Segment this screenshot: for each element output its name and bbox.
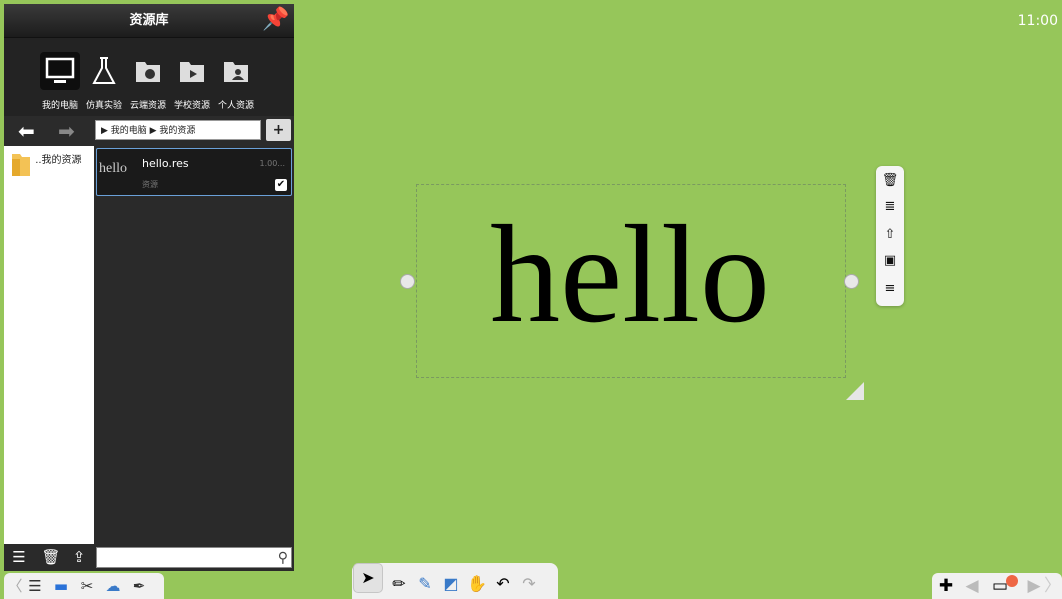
search-input[interactable]: ⚲ — [96, 547, 292, 568]
checklist-icon[interactable]: ☰ — [8, 546, 30, 568]
category-bar: 我的电脑 仿真实验 云端资源 学校资源 个人资源 — [4, 38, 294, 116]
handwriting-icon[interactable]: ✒ — [128, 575, 150, 597]
more-menu-icon[interactable]: ≡ — [879, 278, 901, 300]
drawing-toolbar: ➤ ✏ ✎ ◩ ✋ ↶ ↷ — [352, 563, 558, 599]
clock: 11:00 — [1017, 13, 1058, 29]
monitor-icon — [40, 52, 80, 90]
folder-tree: ..我的资源 — [4, 146, 94, 544]
personal-folder-icon — [216, 52, 256, 90]
chevron-right-icon[interactable]: 〉 — [1044, 575, 1061, 597]
select-pointer-icon[interactable]: ➤ — [353, 563, 383, 593]
resource-thumbnail: hello — [99, 161, 127, 176]
category-school[interactable]: 学校资源 — [170, 48, 214, 114]
page-count-badge — [1006, 575, 1018, 587]
category-personal[interactable]: 个人资源 — [214, 48, 258, 114]
trash-icon[interactable]: 🗑 — [40, 546, 62, 568]
back-arrow-icon[interactable]: ⬅ — [18, 120, 35, 142]
insert-icon[interactable]: ▣ — [879, 250, 901, 272]
display-icon[interactable]: ▬ — [50, 575, 72, 597]
export-icon[interactable]: ⇧ — [879, 224, 901, 246]
forward-arrow-icon[interactable]: ➡ — [58, 120, 75, 142]
resource-item[interactable]: hello hello.res 资源 1.00... ✔ — [96, 148, 292, 196]
left-handle[interactable] — [400, 274, 415, 289]
right-handle[interactable] — [844, 274, 859, 289]
panel-title: 资源库 — [4, 4, 294, 38]
new-folder-button[interactable]: + — [266, 119, 291, 141]
chevron-left-icon[interactable]: 〈 — [4, 575, 26, 597]
resource-checkbox[interactable]: ✔ — [275, 179, 287, 191]
upload-icon[interactable]: ⇪ — [68, 546, 90, 568]
canvas-text[interactable]: hello — [420, 190, 840, 360]
highlighter-icon[interactable]: ✎ — [414, 573, 436, 595]
path-breadcrumb[interactable]: ▶ 我的电脑 ▶ 我的资源 — [95, 120, 261, 140]
menu-icon[interactable]: ☰ — [24, 575, 46, 597]
resource-name: hello.res — [142, 157, 189, 170]
resource-list: hello hello.res 资源 1.00... ✔ — [94, 146, 294, 544]
next-page-icon[interactable]: ▶ — [1024, 575, 1044, 597]
category-simulation[interactable]: 仿真实验 — [82, 48, 126, 114]
eraser-icon[interactable]: ◩ — [440, 573, 462, 595]
add-page-icon[interactable]: ✚ — [934, 575, 958, 597]
tools-icon[interactable]: ✂ — [76, 575, 98, 597]
hand-icon[interactable]: ✋ — [466, 573, 488, 595]
resource-panel: 资源库 📌 我的电脑 仿真实验 云端资源 学校资源 个人资源 ⬅ ➡ ▶ 我的电… — [4, 4, 294, 571]
category-cloud[interactable]: 云端资源 — [126, 48, 170, 114]
page-controls: ✚ ◀ ▭ ▶ 〉 — [932, 573, 1062, 599]
context-toolbar: 🗑 ≣ ⇧ ▣ ≡ — [876, 166, 904, 306]
tree-item-my-resources[interactable]: ..我的资源 — [10, 152, 82, 182]
bottom-left-toolbar: 〈 ☰ ▬ ✂ ☁ ✒ — [4, 573, 164, 599]
school-folder-icon — [172, 52, 212, 90]
search-icon[interactable]: ⚲ — [278, 548, 288, 568]
pin-icon[interactable]: 📌 — [262, 6, 290, 34]
redo-icon[interactable]: ↷ — [518, 573, 540, 595]
delete-icon[interactable]: 🗑 — [879, 170, 901, 192]
prev-page-icon[interactable]: ◀ — [962, 575, 982, 597]
resource-type: 资源 — [142, 180, 158, 189]
resource-size: 1.00... — [259, 159, 285, 168]
text-format-icon[interactable]: ≣ — [879, 196, 901, 218]
undo-icon[interactable]: ↶ — [492, 573, 514, 595]
flask-icon — [84, 52, 124, 90]
category-my-computer[interactable]: 我的电脑 — [38, 48, 82, 114]
folder-icon — [12, 154, 30, 176]
pen-icon[interactable]: ✏ — [388, 573, 410, 595]
resize-handle[interactable] — [846, 382, 864, 400]
cloud-folder-icon — [128, 52, 168, 90]
cloud-icon[interactable]: ☁ — [102, 575, 124, 597]
